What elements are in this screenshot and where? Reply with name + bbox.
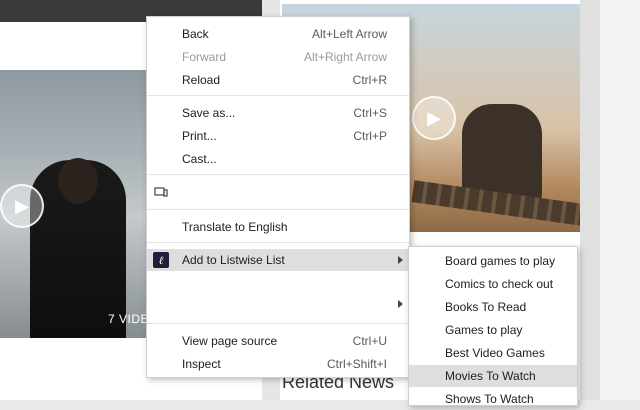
submenu-arrow-icon: [398, 256, 403, 264]
menu-item-label: Print...: [182, 129, 217, 143]
menu-item-label: Inspect: [182, 357, 221, 371]
menu-separator: [147, 323, 409, 324]
submenu-item-movies[interactable]: Movies To Watch: [409, 365, 577, 387]
scrollbar-gutter: [580, 0, 600, 400]
menu-item-back[interactable]: Back Alt+Left Arrow: [147, 23, 409, 45]
submenu-item-label: Comics to check out: [445, 277, 554, 291]
menu-item-shortcut: Ctrl+U: [352, 334, 387, 348]
video-count-label: 7 VIDE: [108, 312, 150, 326]
submenu-item-books[interactable]: Books To Read: [409, 296, 577, 318]
menu-item-label: Cast...: [182, 152, 217, 166]
menu-item-print[interactable]: Print... Ctrl+P: [147, 125, 409, 147]
menu-item-shortcut: Alt+Left Arrow: [311, 27, 387, 41]
devices-icon: [154, 187, 168, 197]
menu-separator: [147, 209, 409, 210]
page-right-edge: [600, 0, 640, 400]
submenu-item-games[interactable]: Games to play: [409, 319, 577, 341]
menu-item-label: Back: [182, 27, 209, 41]
menu-separator: [147, 242, 409, 243]
menu-item-add-to-listwise[interactable]: ℓ Add to Listwise List: [147, 249, 409, 271]
submenu-item-board-games[interactable]: Board games to play: [409, 250, 577, 272]
menu-item-shortcut: Ctrl+S: [353, 106, 387, 120]
video-thumbnail-head: [58, 158, 98, 204]
menu-item-label: Translate to English: [182, 220, 288, 234]
menu-item-inspect[interactable]: Inspect Ctrl+Shift+I: [147, 353, 409, 375]
context-menu: Back Alt+Left Arrow Forward Alt+Right Ar…: [146, 16, 410, 378]
menu-item-label: Save as...: [182, 106, 236, 120]
menu-item-reload[interactable]: Reload Ctrl+R: [147, 69, 409, 91]
menu-item-shortcut: Ctrl+P: [353, 129, 387, 143]
submenu-item-label: Movies To Watch: [445, 369, 536, 383]
menu-separator: [147, 174, 409, 175]
submenu-arrow-icon: [398, 300, 403, 308]
menu-item-cast[interactable]: Cast...: [147, 148, 409, 170]
submenu-item-label: Games to play: [445, 323, 523, 337]
menu-item-shortcut: Alt+Right Arrow: [303, 50, 387, 64]
submenu-item-best-video-games[interactable]: Best Video Games: [409, 342, 577, 364]
menu-item-shortcut: Ctrl+Shift+I: [326, 357, 387, 371]
submenu-item-label: Books To Read: [445, 300, 527, 314]
menu-item-forward[interactable]: Forward Alt+Right Arrow: [147, 46, 409, 68]
menu-item-shortcut: Ctrl+R: [352, 73, 387, 87]
menu-separator: [147, 95, 409, 96]
menu-item-label: Add to Listwise List: [182, 253, 285, 267]
menu-item-label: Reload: [182, 73, 221, 87]
play-icon[interactable]: ▶: [0, 184, 44, 228]
submenu-item-shows[interactable]: Shows To Watch: [409, 388, 577, 410]
menu-item-send-to-devices[interactable]: [147, 181, 409, 203]
menu-item-save-as[interactable]: Save as... Ctrl+S: [147, 102, 409, 124]
menu-item-translate[interactable]: Translate to English: [147, 216, 409, 238]
submenu-item-label: Best Video Games: [445, 346, 545, 360]
submenu-item-comics[interactable]: Comics to check out: [409, 273, 577, 295]
menu-item-label: View page source: [182, 334, 278, 348]
menu-item-view-source[interactable]: View page source Ctrl+U: [147, 330, 409, 352]
menu-item-extension-submenu[interactable]: [147, 293, 409, 315]
submenu-item-label: Shows To Watch: [445, 392, 534, 406]
play-icon[interactable]: ▶: [412, 96, 456, 140]
menu-item-label: Forward: [182, 50, 227, 64]
submenu-item-label: Board games to play: [445, 254, 556, 268]
listwise-icon: ℓ: [153, 252, 169, 268]
listwise-submenu: Board games to play Comics to check out …: [408, 246, 578, 406]
